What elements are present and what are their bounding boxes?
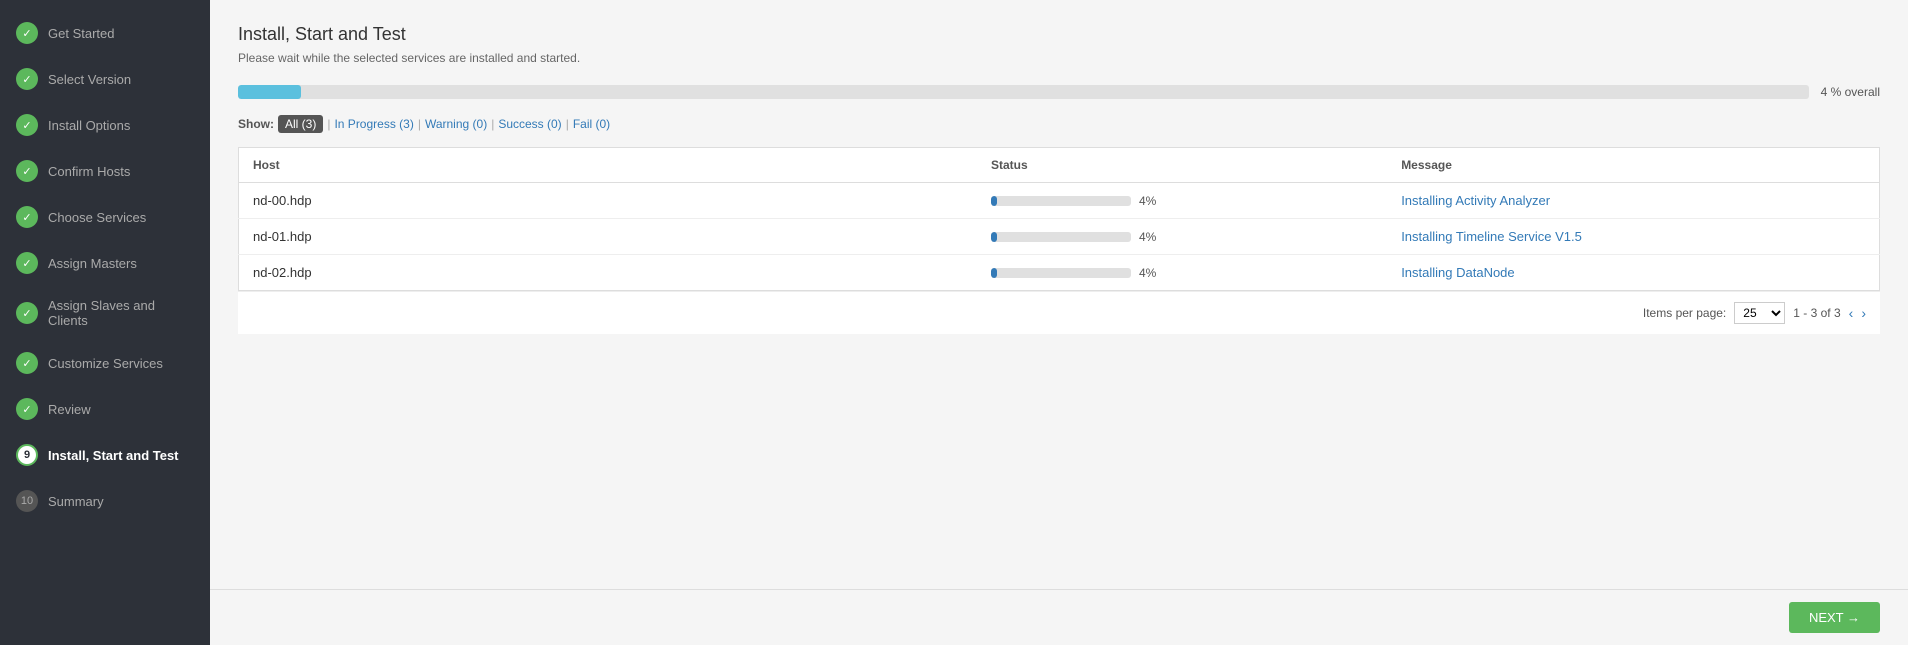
sidebar-item-select-version[interactable]: ✓ Select Version [0,56,210,102]
items-per-page-label: Items per page: [1643,306,1726,320]
sidebar-label-assign-masters: Assign Masters [48,256,137,271]
page-subtitle: Please wait while the selected services … [238,51,1880,65]
table-row: nd-00.hdp 4% Installing Activity Analyzer [239,183,1880,219]
row-bar-fill-0 [991,196,997,206]
page-range: 1 - 3 of 3 [1793,306,1840,320]
show-label: Show: [238,117,274,131]
sidebar-item-assign-masters[interactable]: ✓ Assign Masters [0,240,210,286]
step-icon-choose-services: ✓ [16,206,38,228]
message-cell-0[interactable]: Installing Activity Analyzer [1387,183,1879,219]
sidebar-label-summary: Summary [48,494,104,509]
sidebar-item-choose-services[interactable]: ✓ Choose Services [0,194,210,240]
filter-success[interactable]: Success (0) [498,117,561,131]
step-icon-get-started: ✓ [16,22,38,44]
message-link-1[interactable]: Installing Timeline Service V1.5 [1401,229,1582,244]
row-bar-fill-1 [991,232,997,242]
filter-warning[interactable]: Warning (0) [425,117,487,131]
sidebar-item-assign-slaves[interactable]: ✓ Assign Slaves and Clients [0,286,210,340]
filter-row: Show: All (3) | In Progress (3) | Warnin… [238,115,1880,133]
step-icon-summary: 10 [16,490,38,512]
message-link-0[interactable]: Installing Activity Analyzer [1401,193,1550,208]
main-panel: Install, Start and Test Please wait whil… [210,0,1908,645]
row-pct-2: 4% [1139,266,1167,280]
col-host: Host [239,148,977,183]
sidebar-item-review[interactable]: ✓ Review [0,386,210,432]
prev-page-button[interactable]: ‹ [1849,305,1854,321]
table-row: nd-02.hdp 4% Installing DataNode [239,255,1880,291]
pagination-row: Items per page: 25 50 100 1 - 3 of 3 ‹ › [238,291,1880,334]
next-button[interactable]: NEXT → [1789,602,1880,633]
sidebar-label-select-version: Select Version [48,72,131,87]
step-icon-review: ✓ [16,398,38,420]
install-table: Host Status Message nd-00.hdp 4% Installin… [238,147,1880,291]
sidebar-label-get-started: Get Started [48,26,114,41]
message-cell-2[interactable]: Installing DataNode [1387,255,1879,291]
message-cell-1[interactable]: Installing Timeline Service V1.5 [1387,219,1879,255]
step-icon-confirm-hosts: ✓ [16,160,38,182]
sidebar-label-assign-slaves: Assign Slaves and Clients [48,298,194,328]
sidebar-label-install-options: Install Options [48,118,130,133]
page-title: Install, Start and Test [238,24,1880,45]
content-area: Install, Start and Test Please wait whil… [210,0,1908,589]
sidebar-item-install-options[interactable]: ✓ Install Options [0,102,210,148]
sidebar-item-get-started[interactable]: ✓ Get Started [0,10,210,56]
host-cell-0: nd-00.hdp [239,183,977,219]
sidebar-item-summary[interactable]: 10 Summary [0,478,210,524]
sidebar-item-install-start[interactable]: 9 Install, Start and Test [0,432,210,478]
step-icon-assign-masters: ✓ [16,252,38,274]
sidebar-item-confirm-hosts[interactable]: ✓ Confirm Hosts [0,148,210,194]
table-row: nd-01.hdp 4% Installing Timeline Service V… [239,219,1880,255]
step-icon-select-version: ✓ [16,68,38,90]
step-icon-install-start: 9 [16,444,38,466]
sidebar-label-review: Review [48,402,91,417]
row-pct-0: 4% [1139,194,1167,208]
sidebar-label-install-start: Install, Start and Test [48,448,179,463]
row-pct-1: 4% [1139,230,1167,244]
status-cell-2: 4% [977,255,1387,291]
overall-progress-fill [238,85,301,99]
host-cell-2: nd-02.hdp [239,255,977,291]
step-icon-customize-services: ✓ [16,352,38,374]
next-page-button[interactable]: › [1861,305,1866,321]
sidebar: ✓ Get Started ✓ Select Version ✓ Install Opti… [0,0,210,645]
sidebar-item-customize-services[interactable]: ✓ Customize Services [0,340,210,386]
step-icon-assign-slaves: ✓ [16,302,38,324]
footer: NEXT → [210,589,1908,645]
status-cell-0: 4% [977,183,1387,219]
sidebar-label-confirm-hosts: Confirm Hosts [48,164,130,179]
overall-progress-bar [238,85,1809,99]
col-status: Status [977,148,1387,183]
filter-fail[interactable]: Fail (0) [573,117,610,131]
status-cell-1: 4% [977,219,1387,255]
message-link-2[interactable]: Installing DataNode [1401,265,1514,280]
sidebar-label-choose-services: Choose Services [48,210,146,225]
col-message: Message [1387,148,1879,183]
step-icon-install-options: ✓ [16,114,38,136]
overall-progress-row: 4 % overall [238,85,1880,99]
filter-all[interactable]: All (3) [278,115,323,133]
per-page-select[interactable]: 25 50 100 [1734,302,1785,324]
host-cell-1: nd-01.hdp [239,219,977,255]
row-bar-fill-2 [991,268,997,278]
sidebar-label-customize-services: Customize Services [48,356,163,371]
filter-in-progress[interactable]: In Progress (3) [334,117,413,131]
overall-progress-label: 4 % overall [1821,85,1880,99]
